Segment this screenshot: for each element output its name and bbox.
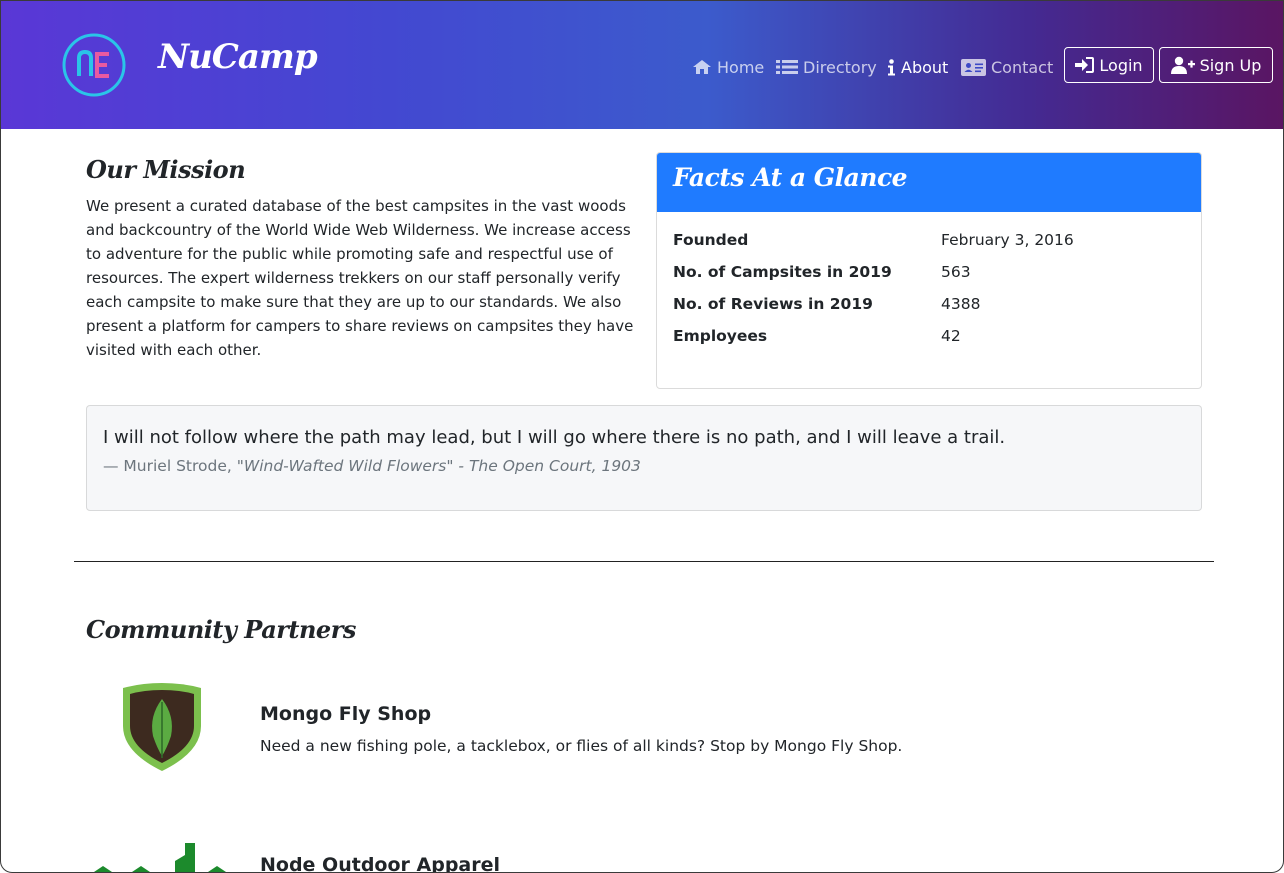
mongo-leaf-logo (123, 683, 201, 771)
sign-in-icon (1075, 57, 1095, 73)
fact-value: 4388 (941, 295, 981, 313)
partner-name: Node Outdoor Apparel (260, 854, 501, 873)
nucamp-logo[interactable] (61, 32, 127, 98)
section-divider (74, 561, 1214, 562)
fact-label: Employees (673, 327, 768, 345)
quote-block: I will not follow where the path may lea… (86, 405, 1202, 511)
facts-heading: Facts At a Glance (673, 163, 908, 192)
mission-heading: Our Mission (86, 155, 246, 184)
nav-about-label: About (901, 57, 949, 77)
nav-directory[interactable]: Directory (776, 56, 877, 78)
node-logo (94, 843, 226, 872)
fact-value: 563 (941, 263, 971, 281)
nav-about[interactable]: About (887, 56, 948, 78)
nav-directory-label: Directory (803, 57, 877, 77)
mission-text: We present a curated database of the bes… (86, 197, 634, 359)
facts-card-header: Facts At a Glance (657, 153, 1201, 212)
fact-value: 42 (941, 327, 961, 345)
login-button[interactable]: Login (1064, 47, 1154, 83)
fact-label: No. of Campsites in 2019 (673, 263, 892, 281)
partner-description: Need a new fishing pole, a tacklebox, or… (260, 737, 903, 755)
brand-title[interactable]: NuCamp (158, 37, 318, 77)
fact-label: No. of Reviews in 2019 (673, 295, 873, 313)
nav-contact[interactable]: Contact (961, 56, 1053, 78)
quote-text: I will not follow where the path may lea… (103, 427, 1006, 448)
nav-home-label: Home (717, 57, 765, 77)
quote-author: — Muriel Strode, (103, 457, 237, 475)
nav-contact-label: Contact (991, 57, 1054, 77)
signup-label: Sign Up (1199, 55, 1262, 75)
facts-card: Facts At a Glance Founded February 3, 20… (656, 152, 1202, 389)
signup-button[interactable]: Sign Up (1159, 47, 1273, 83)
quote-footer: — Muriel Strode, "Wind-Wafted Wild Flowe… (103, 457, 641, 475)
partner-name: Mongo Fly Shop (260, 703, 432, 725)
fact-label: Founded (673, 231, 749, 249)
quote-source: "Wind-Wafted Wild Flowers" - The Open Co… (236, 457, 641, 475)
user-plus-icon (1170, 56, 1195, 74)
page-frame: NuCamp Home Directory About Contact Logi… (0, 0, 1284, 873)
list-icon (776, 60, 798, 74)
fact-value: February 3, 2016 (941, 231, 1074, 249)
nav-home[interactable]: Home (692, 56, 764, 78)
partners-heading: Community Partners (86, 615, 356, 644)
site-header: NuCamp Home Directory About Contact Logi… (1, 1, 1283, 129)
info-icon (888, 58, 895, 75)
home-icon (693, 60, 711, 74)
login-label: Login (1099, 55, 1143, 75)
address-card-icon (961, 58, 986, 76)
